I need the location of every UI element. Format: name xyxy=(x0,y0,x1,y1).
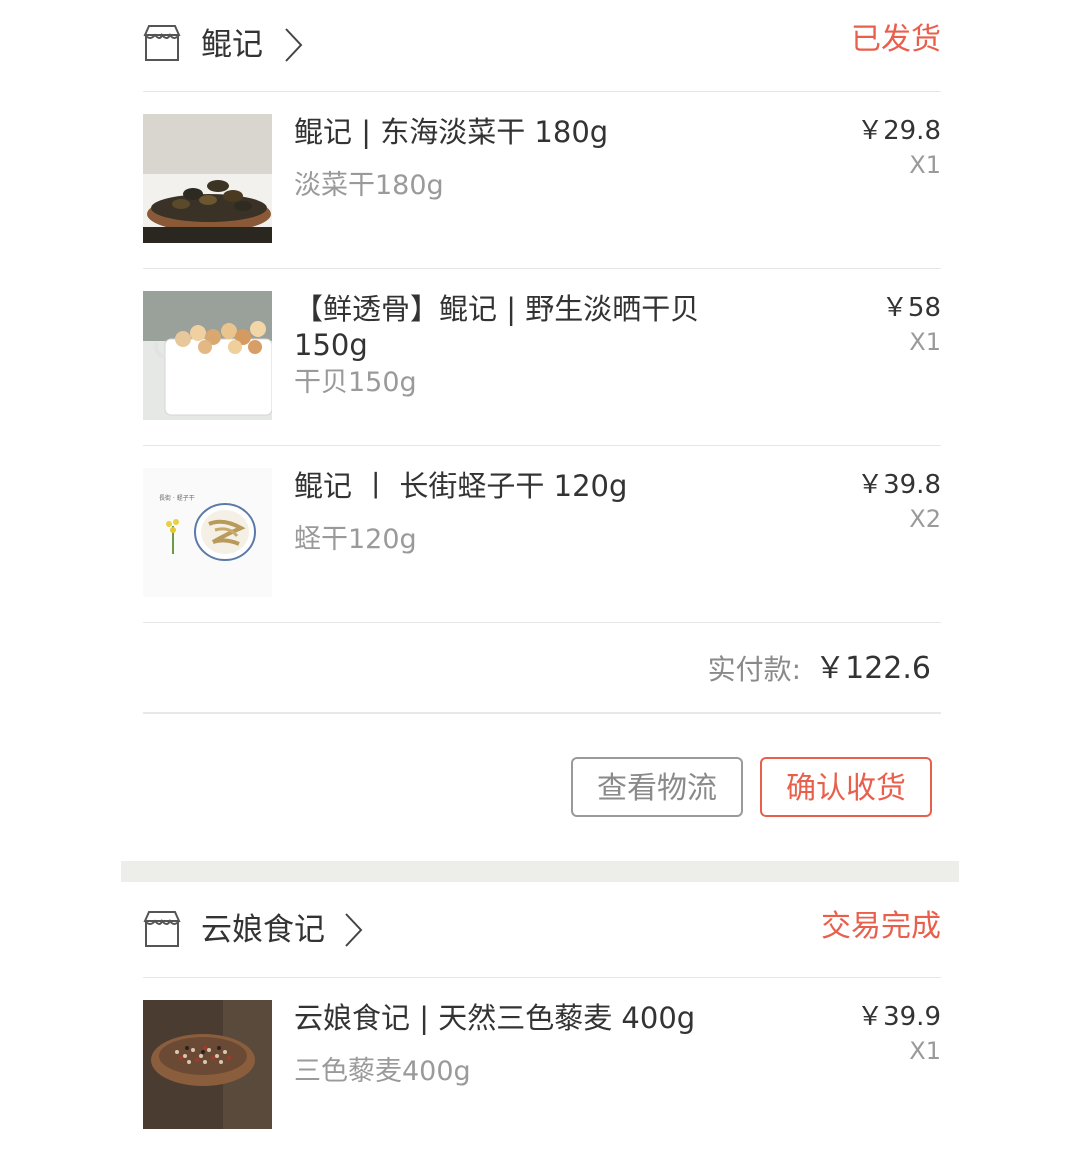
item-spec: 淡菜干180g xyxy=(294,170,444,201)
item-qty: X2 xyxy=(909,505,941,533)
shop-header[interactable]: 云娘食记 交易完成 xyxy=(143,882,941,978)
order-status: 交易完成 xyxy=(821,909,941,944)
order-item[interactable]: 云娘食记 | 天然三色藜麦 400g 三色藜麦400g ￥39.9 X1 xyxy=(143,978,941,1154)
order-status: 已发货 xyxy=(851,22,941,57)
item-title: 【鲜透骨】鲲记 | 野生淡晒干贝 150g xyxy=(294,292,700,362)
chevron-right-icon[interactable] xyxy=(283,27,303,63)
order-card: 云娘食记 交易完成 云娘食记 | 天然三色藜麦 400g 三色藜麦400g ￥3… xyxy=(143,882,941,1154)
order-total: 实付款: ￥122.6 xyxy=(143,623,941,714)
storefront-icon xyxy=(143,911,181,947)
section-divider xyxy=(121,861,959,882)
shop-header[interactable]: 鲲记 已发货 xyxy=(143,0,941,92)
item-qty: X1 xyxy=(909,151,941,179)
chevron-right-icon[interactable] xyxy=(343,912,363,948)
item-spec: 三色藜麦400g xyxy=(294,1056,471,1087)
item-spec: 干贝150g xyxy=(294,367,417,398)
view-logistics-button[interactable]: 查看物流 xyxy=(571,757,743,817)
svg-text:長街 · 蛏子干: 長街 · 蛏子干 xyxy=(159,494,195,502)
order-actions: 查看物流 确认收货 xyxy=(143,714,941,863)
item-price: ￥39.8 xyxy=(857,470,941,500)
item-price: ￥29.8 xyxy=(857,116,941,146)
total-amount: ￥122.6 xyxy=(815,651,931,686)
order-item[interactable]: 鲲记 | 东海淡菜干 180g 淡菜干180g ￥29.8 X1 xyxy=(143,92,941,269)
item-title: 鲲记 | 东海淡菜干 180g xyxy=(294,115,609,149)
order-item[interactable]: 長街 · 蛏子干 鲲记 丨 长街蛏子干 120g 蛏干120g ￥39.8 X2 xyxy=(143,446,941,623)
confirm-receipt-button[interactable]: 确认收货 xyxy=(760,757,932,817)
shop-name[interactable]: 云娘食记 xyxy=(201,908,325,952)
product-image xyxy=(143,291,272,420)
storefront-icon xyxy=(143,25,181,61)
shop-name[interactable]: 鲲记 xyxy=(201,23,263,67)
order-card: 鲲记 已发货 鲲记 | 东海淡菜干 180g 淡菜干180g ￥29.8 X1 xyxy=(143,0,941,863)
item-qty: X1 xyxy=(909,1037,941,1065)
product-image: 長街 · 蛏子干 xyxy=(143,468,272,597)
product-image xyxy=(143,1000,272,1129)
order-item[interactable]: 【鲜透骨】鲲记 | 野生淡晒干贝 150g 干贝150g ￥58 X1 xyxy=(143,269,941,446)
item-title: 云娘食记 | 天然三色藜麦 400g xyxy=(294,1001,696,1035)
product-image xyxy=(143,114,272,243)
item-spec: 蛏干120g xyxy=(294,524,417,555)
item-title: 鲲记 丨 长街蛏子干 120g xyxy=(294,469,628,503)
item-qty: X1 xyxy=(909,328,941,356)
item-price: ￥39.9 xyxy=(857,1002,941,1032)
total-label: 实付款: xyxy=(707,653,801,686)
item-price: ￥58 xyxy=(881,293,941,323)
